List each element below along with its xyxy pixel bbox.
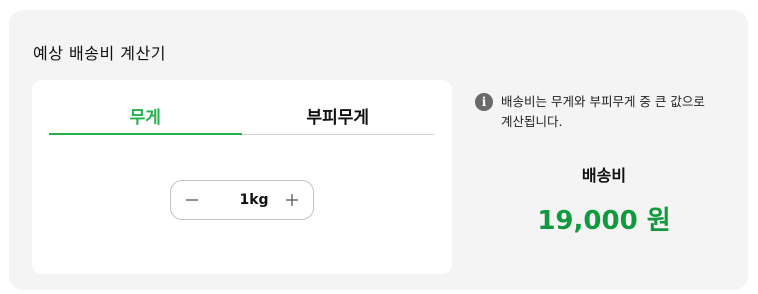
tab-weight[interactable]: 무게 xyxy=(49,97,242,135)
shipping-calculator: 예상 배송비 계산기 무게 부피무게 1kg i 배송비는 무게와 부피무게 중… xyxy=(9,10,748,290)
plus-icon xyxy=(286,194,298,206)
minus-icon xyxy=(186,199,198,201)
fee-label: 배송비 xyxy=(581,166,627,185)
calculator-title: 예상 배송비 계산기 xyxy=(33,44,166,63)
weight-stepper: 1kg xyxy=(170,180,314,220)
info-icon: i xyxy=(475,93,493,111)
tab-volumetric-weight[interactable]: 부피무게 xyxy=(242,97,435,134)
fee-value: 19,000 원 xyxy=(537,206,671,236)
info-text-line-2: 계산됩니다. xyxy=(501,114,563,129)
increment-button[interactable] xyxy=(281,189,303,211)
info-text-line-1: 배송비는 무게와 부피무게 중 큰 값으로 xyxy=(501,94,705,109)
info-note: i 배송비는 무게와 부피무게 중 큰 값으로 계산됩니다. xyxy=(475,92,735,132)
weight-input-card: 무게 부피무게 1kg xyxy=(32,80,452,274)
decrement-button[interactable] xyxy=(181,189,203,211)
weight-value: 1kg xyxy=(239,192,269,208)
tab-bar: 무게 부피무게 xyxy=(49,97,434,135)
info-text: 배송비는 무게와 부피무게 중 큰 값으로 계산됩니다. xyxy=(501,92,705,132)
